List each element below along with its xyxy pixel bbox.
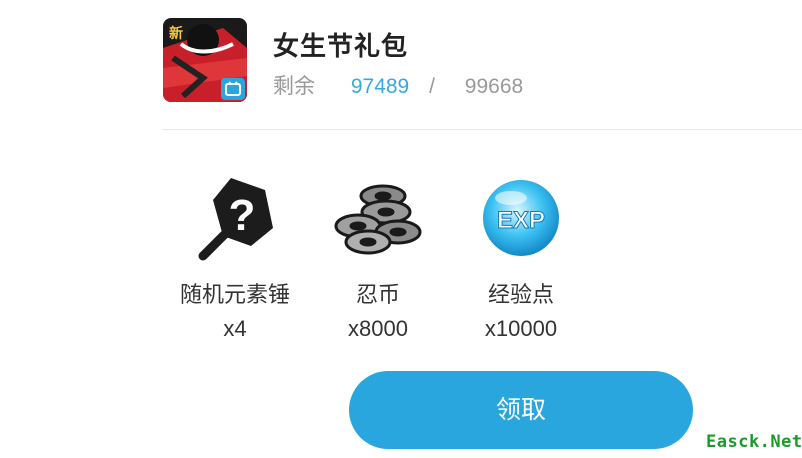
item-quantity: x8000 [348, 316, 408, 341]
reward-item: 忍币 x8000 [298, 170, 458, 344]
gift-package-page: 新 女生节礼包 剩余 97489 / 99668 ? 随机元素锤 x4 忍币 x… [0, 0, 802, 458]
remaining-label: 剩余 [273, 75, 315, 98]
item-name: 忍币 [355, 282, 400, 307]
svg-text:新: 新 [169, 25, 183, 42]
game-app-icon: 新 [163, 18, 247, 102]
remaining-current: 97489 [350, 75, 410, 98]
ninja-coins-icon [334, 184, 422, 255]
remaining-total: 99668 [464, 75, 524, 98]
mystery-hammer-icon: ? [198, 178, 273, 261]
reward-item: ? 随机元素锤 x4 [155, 170, 315, 344]
remaining-count: 剩余 97489 / 99668 [273, 70, 523, 100]
item-quantity: x4 [223, 316, 247, 341]
item-name: 经验点 [487, 282, 554, 307]
item-name: 随机元素锤 [179, 282, 290, 307]
reward-item: EXP 经验点 x10000 [441, 170, 601, 344]
exp-orb-icon: EXP [483, 180, 559, 256]
remaining-separator: / [429, 75, 435, 98]
item-quantity: x10000 [484, 316, 558, 341]
svg-text:EXP: EXP [497, 207, 545, 234]
gift-title: 女生节礼包 [273, 31, 409, 61]
claim-button[interactable]: 领取 [349, 371, 693, 449]
watermark: Easck.Net [706, 432, 802, 452]
header-divider [163, 129, 802, 130]
svg-text:?: ? [229, 191, 256, 240]
